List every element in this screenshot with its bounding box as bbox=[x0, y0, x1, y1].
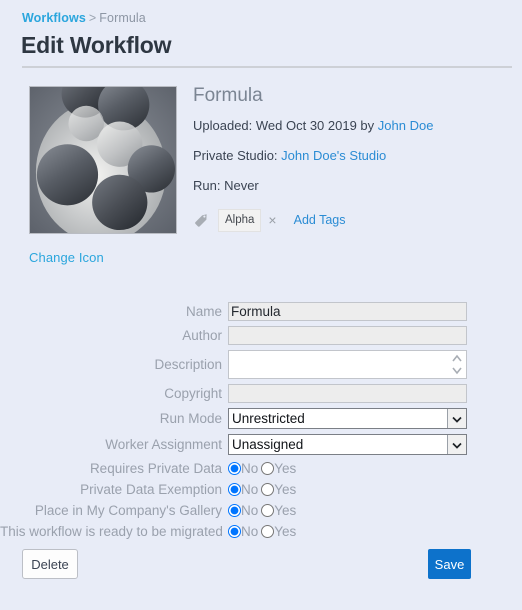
breadcrumb-separator: > bbox=[88, 11, 97, 25]
author-input[interactable] bbox=[228, 326, 467, 345]
tag-icon bbox=[193, 212, 209, 228]
radio-yes-label: Yes bbox=[274, 461, 297, 476]
tag-remove-icon[interactable]: × bbox=[268, 212, 276, 228]
change-icon-link[interactable]: Change Icon bbox=[29, 250, 179, 265]
field-row-private-data-exemption: Private Data Exemption No Yes bbox=[0, 481, 522, 498]
description-textarea[interactable] bbox=[228, 350, 467, 379]
radio-no-label: No bbox=[241, 503, 259, 518]
company-gallery-radio-no[interactable]: No bbox=[228, 503, 258, 518]
form-footer: Delete Save bbox=[0, 549, 522, 583]
author-label: Author bbox=[182, 328, 222, 343]
ready-to-migrate-label: This workflow is ready to be migrated bbox=[0, 524, 223, 539]
run-mode-select[interactable]: Unrestricted bbox=[228, 408, 467, 429]
private-data-exemption-radio-no-input[interactable] bbox=[228, 483, 241, 496]
title-divider bbox=[22, 66, 512, 68]
field-row-ready-to-migrate: This workflow is ready to be migrated No… bbox=[0, 523, 522, 540]
tag-chip[interactable]: Alpha bbox=[218, 208, 262, 232]
run-mode-control: Unrestricted bbox=[228, 408, 467, 429]
private-data-exemption-label: Private Data Exemption bbox=[80, 482, 222, 497]
name-label: Name bbox=[185, 304, 222, 319]
worker-assignment-select[interactable]: Unassigned bbox=[228, 434, 467, 455]
breadcrumb-current: Formula bbox=[99, 11, 146, 25]
company-gallery-options: No Yes bbox=[228, 503, 299, 518]
ready-to-migrate-options: No Yes bbox=[228, 524, 299, 539]
uploaded-text: Uploaded: Wed Oct 30 2019 by bbox=[193, 118, 378, 133]
workflow-icon-bubbles-icon bbox=[29, 86, 177, 234]
workflow-name-heading: Formula bbox=[193, 85, 263, 106]
ready-to-migrate-radio-yes[interactable]: Yes bbox=[261, 524, 296, 539]
copyright-input[interactable] bbox=[228, 384, 467, 403]
field-row-worker-assignment: Worker Assignment Unassigned bbox=[0, 434, 522, 455]
worker-assignment-control: Unassigned bbox=[228, 434, 467, 455]
field-row-run-mode: Run Mode Unrestricted bbox=[0, 408, 522, 429]
requires-private-data-radio-no[interactable]: No bbox=[228, 461, 258, 476]
radio-yes-label: Yes bbox=[274, 482, 297, 497]
field-row-author: Author bbox=[0, 326, 522, 345]
copyright-label: Copyright bbox=[164, 386, 222, 401]
field-row-requires-private-data: Requires Private Data No Yes bbox=[0, 460, 522, 477]
name-control bbox=[228, 302, 467, 321]
company-gallery-label: Place in My Company's Gallery bbox=[34, 503, 222, 518]
ready-to-migrate-radio-no[interactable]: No bbox=[228, 524, 258, 539]
delete-button[interactable]: Delete bbox=[22, 549, 78, 579]
radio-no-label: No bbox=[241, 524, 259, 539]
private-data-exemption-radio-yes[interactable]: Yes bbox=[261, 482, 296, 497]
radio-yes-label: Yes bbox=[274, 524, 297, 539]
requires-private-data-radio-yes[interactable]: Yes bbox=[261, 461, 296, 476]
company-gallery-radio-yes[interactable]: Yes bbox=[261, 503, 296, 518]
radio-yes-label: Yes bbox=[274, 503, 297, 518]
uploaded-row: Uploaded: Wed Oct 30 2019 by John Doe bbox=[193, 117, 513, 135]
tags-row: Alpha × Add Tags bbox=[193, 208, 513, 232]
studio-row: Private Studio: John Doe's Studio bbox=[193, 147, 513, 165]
studio-link[interactable]: John Doe's Studio bbox=[281, 148, 386, 163]
requires-private-data-radio-yes-input[interactable] bbox=[261, 462, 275, 475]
field-row-company-gallery: Place in My Company's Gallery No Yes bbox=[0, 502, 522, 519]
breadcrumb: Workflows > Formula bbox=[22, 10, 146, 26]
requires-private-data-label: Requires Private Data bbox=[89, 461, 222, 476]
private-data-exemption-options: No Yes bbox=[228, 482, 299, 497]
studio-text: Private Studio: bbox=[193, 148, 282, 163]
name-input[interactable] bbox=[228, 302, 467, 321]
private-data-exemption-radio-no[interactable]: No bbox=[228, 482, 258, 497]
workflow-meta: Formula Uploaded: Wed Oct 30 2019 by Joh… bbox=[193, 84, 513, 232]
workflow-icon-block: Change Icon bbox=[29, 86, 179, 265]
run-row: Run: Never bbox=[193, 178, 259, 193]
ready-to-migrate-radio-yes-input[interactable] bbox=[261, 525, 275, 538]
description-label: Description bbox=[154, 357, 222, 372]
field-row-name: Name bbox=[0, 302, 522, 321]
company-gallery-radio-no-input[interactable] bbox=[228, 504, 241, 517]
add-tags-link[interactable]: Add Tags bbox=[294, 213, 346, 227]
copyright-control bbox=[228, 384, 467, 403]
ready-to-migrate-radio-no-input[interactable] bbox=[228, 525, 241, 538]
radio-no-label: No bbox=[241, 461, 259, 476]
requires-private-data-radio-no-input[interactable] bbox=[228, 462, 241, 475]
private-data-exemption-radio-yes-input[interactable] bbox=[261, 483, 275, 496]
author-control bbox=[228, 326, 467, 345]
field-row-description: Description bbox=[0, 350, 522, 379]
description-control bbox=[228, 350, 467, 379]
run-mode-label: Run Mode bbox=[159, 411, 222, 426]
radio-no-label: No bbox=[241, 482, 259, 497]
breadcrumb-link-workflows[interactable]: Workflows bbox=[22, 11, 86, 25]
field-row-copyright: Copyright bbox=[0, 384, 522, 403]
workflow-form: Name Author Description Copyright bbox=[0, 302, 522, 544]
page-title: Edit Workflow bbox=[21, 32, 172, 58]
worker-assignment-label: Worker Assignment bbox=[105, 437, 222, 452]
save-button[interactable]: Save bbox=[428, 549, 471, 579]
uploader-link[interactable]: John Doe bbox=[378, 118, 434, 133]
company-gallery-radio-yes-input[interactable] bbox=[261, 504, 275, 517]
requires-private-data-options: No Yes bbox=[228, 461, 299, 476]
